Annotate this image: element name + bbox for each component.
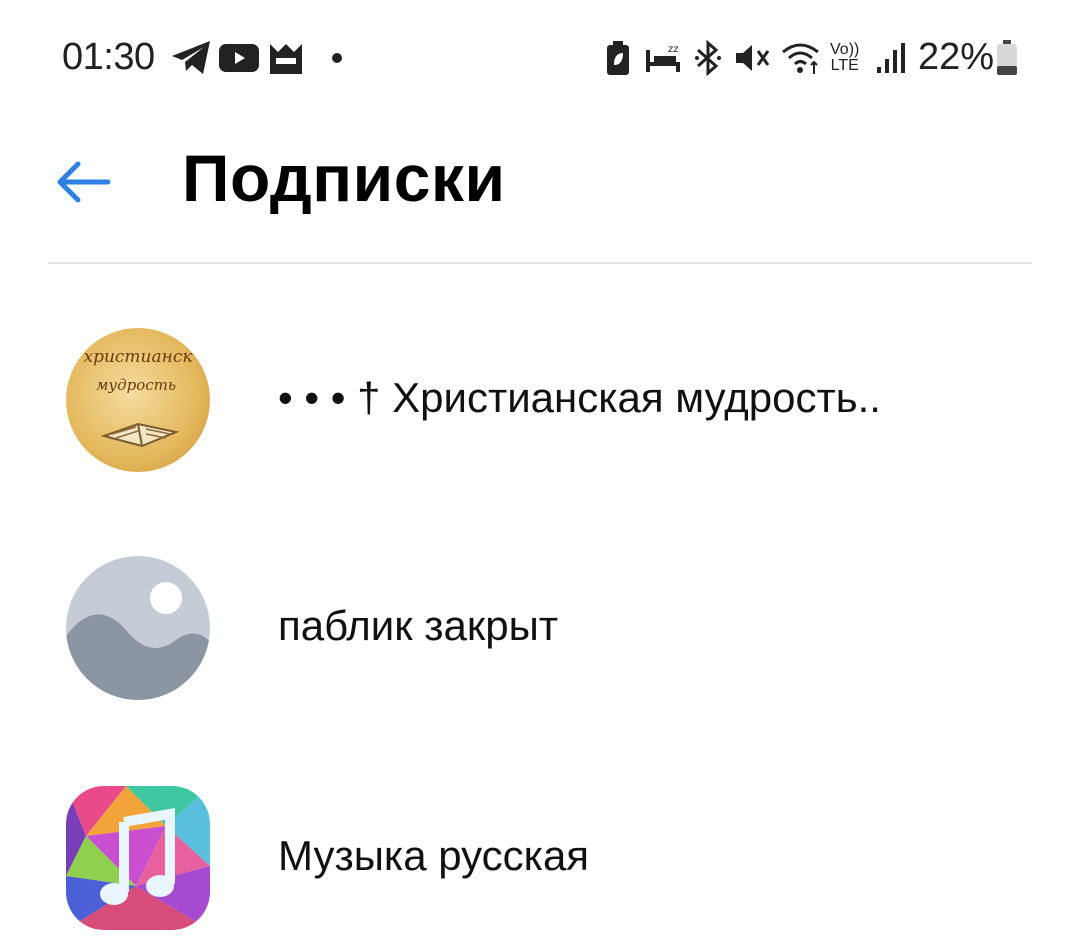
battery-icon: [996, 36, 1018, 80]
battery-saver-icon: [606, 36, 630, 80]
wifi-icon: [780, 36, 822, 80]
book-avatar: христианск мудрость: [66, 328, 210, 472]
header: Подписки: [0, 110, 1080, 262]
battery-percent: 22%: [918, 36, 995, 78]
volte-icon: Vo)) LTE: [830, 36, 859, 80]
list-item[interactable]: Музыка русская: [0, 748, 1080, 936]
svg-text:zz: zz: [668, 44, 679, 55]
subscription-name: Музыка русская: [278, 832, 590, 879]
list-item[interactable]: паблик закрыт: [0, 520, 1080, 740]
signal-icon: [876, 36, 906, 80]
avatar-text-line2: мудрость: [96, 376, 176, 394]
volte-label-bottom: LTE: [830, 57, 859, 74]
page-title: Подписки: [182, 141, 506, 215]
avatar-text-line1: христианск: [83, 347, 193, 367]
arrow-left-icon[interactable]: [52, 156, 116, 208]
notification-dot-icon: [330, 36, 344, 80]
music-note-avatar: [66, 786, 210, 930]
subscription-name: паблик закрыт: [278, 602, 559, 649]
mask-app-icon: [268, 36, 304, 80]
list-item[interactable]: христианск мудрость • • • † Христианская…: [0, 294, 1080, 514]
mute-icon: [734, 36, 770, 80]
subscription-name: • • • † Христианская мудрость..: [278, 374, 881, 421]
youtube-icon: [218, 36, 260, 80]
status-bar: 01:30 zz Vo)) LTE 22%: [0, 0, 1080, 110]
volte-label-top: Vo)): [830, 41, 860, 58]
header-divider: [48, 262, 1032, 264]
back-button[interactable]: [52, 156, 116, 208]
sleep-mode-icon: zz: [644, 36, 682, 80]
screen: 01:30 zz Vo)) LTE 22% Подписки христианс…: [0, 0, 1080, 936]
telegram-icon: [170, 36, 214, 80]
status-time: 01:30: [62, 36, 155, 78]
bluetooth-icon: [694, 36, 722, 80]
placeholder-image-avatar: [66, 556, 210, 700]
